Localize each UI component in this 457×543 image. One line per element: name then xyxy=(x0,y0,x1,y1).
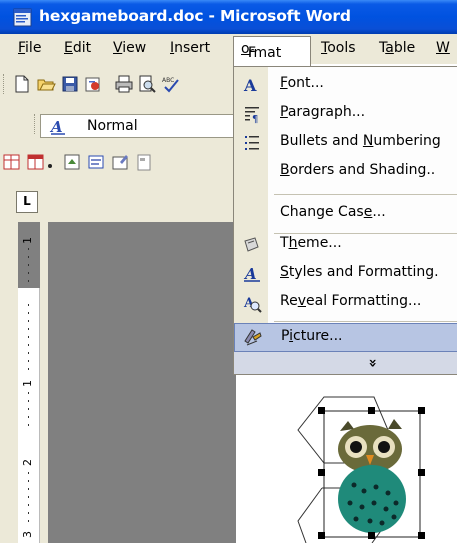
owl-picture[interactable] xyxy=(318,407,428,539)
menu-item-paragraph[interactable]: ¶ Paragraph... xyxy=(234,99,457,128)
window-title: hexgameboard.doc - Microsoft Word xyxy=(39,7,351,25)
form-field-icon[interactable] xyxy=(110,152,130,172)
menu-item-picture[interactable]: Picture... xyxy=(234,323,457,352)
menu-file-label: ile xyxy=(25,40,42,56)
menu-view-mnemonic: V xyxy=(113,40,123,56)
insert-table-icon[interactable] xyxy=(26,152,46,172)
menu-insert[interactable]: Insert xyxy=(170,40,210,56)
menu-window-mnemonic: W xyxy=(436,40,450,56)
menu-table-label: ble xyxy=(393,40,416,56)
menu-item-label: T xyxy=(280,235,289,251)
menu-item-styles-formatting[interactable]: A Styles and Formatting. xyxy=(234,259,457,288)
ruler-number: 1 xyxy=(21,380,34,387)
document-page[interactable] xyxy=(236,375,457,543)
menu-window[interactable]: W xyxy=(436,40,450,56)
menu-expand-button[interactable]: » xyxy=(234,352,457,374)
open-folder-icon[interactable] xyxy=(36,74,56,94)
menu-item-label: eme... xyxy=(297,235,342,251)
svg-text:¶: ¶ xyxy=(252,114,258,124)
style-value: Normal xyxy=(87,118,138,134)
font-icon: A xyxy=(243,76,257,95)
menu-item-label: umbering xyxy=(373,133,441,149)
svg-text:A: A xyxy=(243,76,257,95)
vertical-ruler[interactable]: 1 1 2 3 xyxy=(18,222,40,543)
menu-item-label: ont... xyxy=(287,75,324,91)
ruler-number: 2 xyxy=(21,459,34,466)
menu-insert-label: nsert xyxy=(174,40,211,56)
menu-edit-label: dit xyxy=(72,40,92,56)
word-document-icon xyxy=(13,8,32,27)
spelling-grammar-icon[interactable]: ABC xyxy=(161,74,181,94)
chevron-double-down-icon: » xyxy=(364,358,381,368)
menu-table-mnemonic: a xyxy=(385,40,394,56)
paragraph-icon: ¶ xyxy=(245,107,259,124)
toolbar-grip[interactable] xyxy=(3,74,6,94)
format-menu: A Font... ¶ Paragraph... Bullets and Num… xyxy=(233,66,457,375)
menu-tools-label: ools xyxy=(327,40,356,56)
style-combobox[interactable]: A Normal xyxy=(40,114,236,138)
menu-item-theme[interactable]: Theme... xyxy=(234,230,457,259)
standard-toolbar: ABC xyxy=(0,64,236,104)
menu-item-label: P xyxy=(281,328,290,344)
menu-edit-mnemonic: E xyxy=(64,40,73,56)
mnemonic: S xyxy=(280,264,289,280)
menu-item-label: eal Formatting... xyxy=(306,293,422,309)
menu-item-label: tyles and Formatting. xyxy=(288,264,439,280)
theme-icon xyxy=(244,237,259,252)
styles-icon: A xyxy=(243,265,260,283)
menu-file[interactable]: File xyxy=(18,40,41,56)
menu-item-label: aragraph... xyxy=(287,104,366,120)
menu-item-reveal-formatting[interactable]: A Reveal Formatting... xyxy=(234,288,457,317)
permission-icon[interactable] xyxy=(83,74,103,94)
drawing-toolbar xyxy=(0,144,236,180)
ruler-number: 1 xyxy=(21,237,34,244)
title-bar: hexgameboard.doc - Microsoft Word xyxy=(0,0,457,34)
picture-icon xyxy=(244,329,262,346)
mnemonic: P xyxy=(280,104,288,120)
frame-icon[interactable] xyxy=(134,152,154,172)
menu-separator xyxy=(274,194,457,195)
menu-table[interactable]: Table xyxy=(379,40,415,56)
svg-text:ABC: ABC xyxy=(162,77,174,84)
menu-item-label: Change Cas xyxy=(280,204,364,220)
menu-format-label: rmat xyxy=(248,45,282,61)
mnemonic: F xyxy=(280,75,288,91)
menu-item-label: Bullets and xyxy=(280,133,363,149)
menu-format[interactable]: Fo rmat xyxy=(233,36,311,66)
print-icon[interactable] xyxy=(114,74,134,94)
bullets-icon xyxy=(245,136,259,150)
menu-item-change-case[interactable]: Change Case... xyxy=(234,199,457,228)
reveal-formatting-icon: A xyxy=(243,296,262,313)
menu-view-label: iew xyxy=(122,40,147,56)
table-draw-icon[interactable] xyxy=(2,152,22,172)
drawing-frame-icon[interactable] xyxy=(62,152,82,172)
text-box-icon[interactable] xyxy=(86,152,106,172)
style-icon: A xyxy=(49,118,65,136)
toolbar-grip[interactable] xyxy=(34,114,37,134)
new-document-icon[interactable] xyxy=(12,74,32,94)
menu-item-bullets-numbering[interactable]: Bullets and Numbering xyxy=(234,128,457,157)
tab-selector-button[interactable]: L xyxy=(16,191,38,213)
document-workspace xyxy=(48,222,236,543)
menu-tools[interactable]: Tools xyxy=(321,40,356,56)
menu-file-mnemonic: F xyxy=(18,40,26,56)
mnemonic: N xyxy=(362,133,374,149)
mnemonic: v xyxy=(297,293,307,309)
menu-item-label: orders and Shading.. xyxy=(289,162,436,178)
menu-item-font[interactable]: A Font... xyxy=(234,70,457,99)
save-icon[interactable] xyxy=(60,74,80,94)
menu-item-borders-shading[interactable]: Borders and Shading.. xyxy=(234,157,457,186)
menu-separator xyxy=(274,321,457,322)
menu-item-label: cture... xyxy=(293,328,343,344)
menu-item-label: Re xyxy=(280,293,298,309)
menu-view[interactable]: View xyxy=(113,40,146,56)
menu-edit[interactable]: Edit xyxy=(64,40,91,56)
print-preview-icon[interactable] xyxy=(137,74,157,94)
menu-item-label: ... xyxy=(372,204,386,220)
dropdown-arrow-icon[interactable] xyxy=(46,160,54,168)
mnemonic: B xyxy=(280,162,290,178)
ruler-number: 3 xyxy=(21,531,34,538)
